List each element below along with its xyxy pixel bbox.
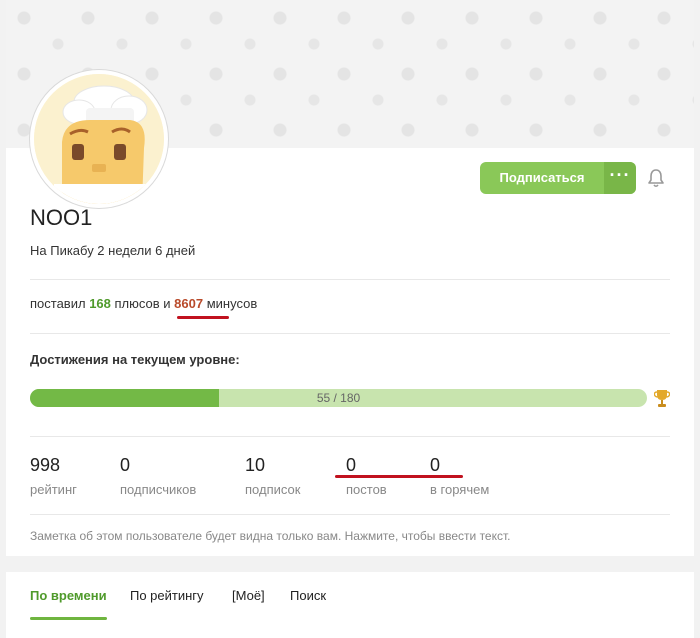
subscribe-label: Подписаться [499,170,585,185]
stat-value: 10 [245,455,266,475]
tab-by-time[interactable]: По времени [30,588,107,603]
annotation-underline-stats [335,475,463,478]
username: NOO1 [30,205,93,230]
user-note[interactable]: Заметка об этом пользователе будет видна… [30,529,511,543]
votes-suffix: минусов [206,296,258,311]
stat-value: 0 [346,455,357,475]
active-tab-indicator [30,617,107,620]
tab-search[interactable]: Поиск [290,588,326,603]
stat-subscriptions[interactable]: 10 подписок [245,455,300,497]
bell-icon[interactable] [645,167,667,189]
progress-bar: 55 / 180 [30,389,647,407]
stat-value: 998 [30,455,61,475]
subscribe-button[interactable]: Подписаться ··· [480,162,636,194]
stat-value: 0 [430,455,441,475]
divider [30,514,670,515]
stat-label: постов [346,482,387,497]
chef-avatar-icon [34,74,164,204]
achievements-title: Достижения на текущем уровне: [30,352,240,367]
trophy-icon [653,388,671,408]
member-since: На Пикабу 2 недели 6 дней [30,243,196,258]
progress-text: 55 / 180 [316,391,361,405]
votes-summary: поставил 168 плюсов и 8607 минусов [30,296,257,311]
stat-value: 0 [120,455,131,475]
divider [30,279,670,280]
stat-label: рейтинг [30,482,77,497]
stat-subscribers[interactable]: 0 подписчиков [120,455,196,497]
stat-rating[interactable]: 998 рейтинг [30,455,77,497]
plus-count: 168 [89,296,111,311]
tab-mine[interactable]: [Моё] [232,588,265,603]
votes-mid: плюсов и [114,296,171,311]
stat-label: подписок [245,482,301,497]
minus-count: 8607 [174,296,204,311]
votes-prefix: поставил [30,296,86,311]
tab-by-rating[interactable]: По рейтингу [130,588,204,603]
stat-label: подписчиков [120,482,197,497]
tabs-card [6,572,694,638]
annotation-underline-minus [177,316,229,319]
divider [30,436,670,437]
avatar[interactable] [30,70,168,208]
more-options-button[interactable]: ··· [604,162,636,194]
divider [30,333,670,334]
stat-label: в горячем [430,482,490,497]
